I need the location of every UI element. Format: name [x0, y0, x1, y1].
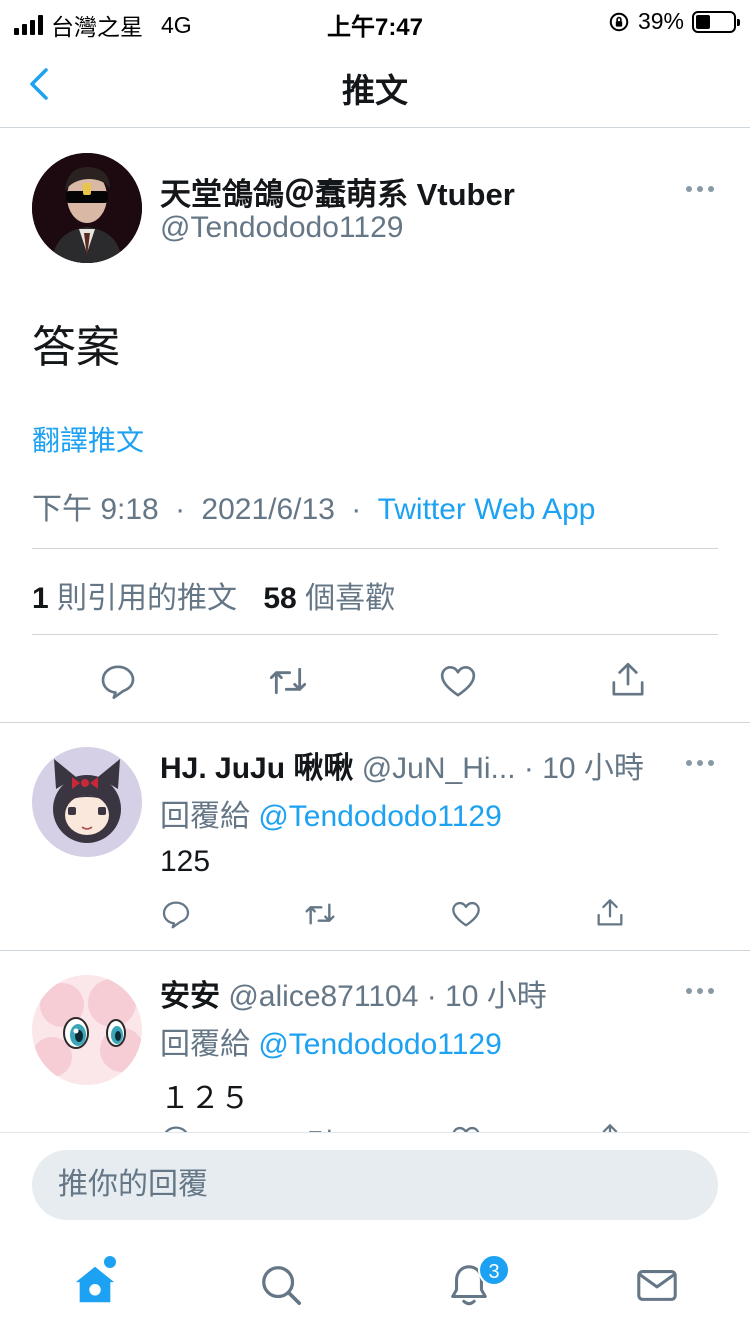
replying-to: 回覆給 @Tendododo1129 — [160, 1019, 502, 1063]
reply-header: 安安 @alice871104 · 10 小時 — [160, 971, 547, 1015]
reply-avatar[interactable] — [32, 975, 142, 1085]
tweet-time: 下午 9:18 — [32, 493, 159, 526]
replying-to-label: 回覆給 — [160, 1028, 250, 1061]
retweet-button[interactable] — [302, 898, 338, 930]
tab-home[interactable] — [72, 1262, 118, 1308]
quote-count: 1 — [32, 582, 49, 615]
page-title: 推文 — [342, 72, 408, 109]
tweet-meta: 下午 9:18 · 2021/6/13 · Twitter Web App — [32, 484, 595, 528]
tweet-text: 答案 — [32, 323, 120, 372]
like-button[interactable] — [438, 661, 478, 701]
home-icon — [75, 1266, 115, 1303]
heart-icon — [440, 666, 476, 697]
tab-messages[interactable] — [634, 1262, 680, 1308]
battery-fill — [696, 14, 711, 29]
tab-search[interactable] — [258, 1262, 304, 1308]
reply-text: 125 — [160, 845, 211, 878]
quote-tweets-stat[interactable]: 1 則引用的推文 — [32, 582, 237, 615]
battery-percent: 39% — [637, 8, 684, 34]
more-options-icon[interactable] — [686, 988, 714, 994]
reply-avatar[interactable] — [32, 747, 142, 857]
like-label: 個喜歡 — [305, 582, 396, 615]
reply-time: · 10 小時 — [523, 752, 644, 785]
reply-tweet[interactable]: 安安 @alice871104 · 10 小時 回覆給 @Tendododo11… — [0, 951, 750, 1133]
share-icon — [612, 662, 644, 696]
translate-tweet-link[interactable]: 翻譯推文 — [32, 419, 144, 459]
author-display-name[interactable]: 天堂鴿鴿＠蠢萌系 Vtuber — [160, 169, 515, 214]
reply-handle[interactable]: @alice871104 — [228, 980, 418, 1013]
avatar-image — [32, 975, 142, 1085]
replying-to-mention[interactable]: @Tendododo1129 — [258, 800, 501, 833]
heart-icon — [452, 901, 480, 927]
reply-icon — [162, 901, 190, 929]
avatar-image — [32, 747, 142, 857]
share-icon — [597, 899, 623, 926]
reply-time: · 10 小時 — [426, 980, 547, 1013]
retweet-icon — [269, 667, 307, 695]
divider — [32, 634, 718, 635]
likes-stat[interactable]: 58 個喜歡 — [263, 582, 395, 615]
like-button[interactable] — [450, 898, 482, 930]
reply-input[interactable] — [32, 1150, 718, 1220]
author-handle[interactable]: @Tendododo1129 — [160, 211, 403, 245]
battery-icon — [692, 10, 740, 33]
replying-to-mention[interactable]: @Tendododo1129 — [258, 1028, 501, 1061]
more-options-icon[interactable] — [686, 760, 714, 766]
meta-separator: · — [351, 493, 362, 526]
search-icon — [262, 1266, 302, 1306]
share-button[interactable] — [594, 896, 626, 930]
avatar-image — [32, 153, 142, 263]
like-count: 58 — [263, 582, 297, 615]
author-avatar[interactable] — [32, 153, 142, 263]
quote-label: 則引用的推文 — [57, 582, 238, 615]
tweet-stats: 1 則引用的推文 58 個喜歡 — [32, 573, 395, 617]
divider — [32, 548, 718, 549]
replying-to: 回覆給 @Tendododo1129 — [160, 791, 502, 835]
reply-header: HJ. JuJu 啾啾 @JuN_Hi... · 10 小時 — [160, 743, 644, 787]
mail-icon — [637, 1270, 677, 1301]
notification-badge: 3 — [478, 1254, 510, 1286]
reply-text: １２５ — [160, 1082, 250, 1115]
status-bar: 台灣之星 4G 上午7:47 39% — [0, 0, 750, 41]
rotation-lock-icon — [609, 12, 629, 31]
home-new-indicator — [104, 1256, 116, 1268]
replying-to-label: 回覆給 — [160, 800, 250, 833]
reply-icon — [101, 665, 135, 699]
tweet-source-link[interactable]: Twitter Web App — [378, 493, 596, 526]
reply-button[interactable] — [160, 898, 192, 930]
status-right: 39% — [608, 8, 740, 35]
share-button[interactable] — [608, 659, 648, 701]
reply-display-name[interactable]: 安安 — [160, 980, 220, 1013]
reply-tweet[interactable]: HJ. JuJu 啾啾 @JuN_Hi... · 10 小時 回覆給 @Tend… — [0, 723, 750, 950]
nav-bar: 推文 — [0, 40, 750, 128]
retweet-button[interactable] — [266, 661, 310, 701]
reply-display-name[interactable]: HJ. JuJu 啾啾 — [160, 752, 353, 785]
retweet-icon — [305, 903, 335, 925]
reply-handle[interactable]: @JuN_Hi... — [362, 752, 516, 785]
tweet-date: 2021/6/13 — [201, 493, 335, 526]
compose-bar — [0, 1132, 750, 1236]
tab-bar — [0, 1236, 750, 1334]
meta-separator: · — [175, 493, 186, 526]
more-options-icon[interactable] — [686, 186, 714, 192]
reply-button[interactable] — [98, 661, 138, 701]
